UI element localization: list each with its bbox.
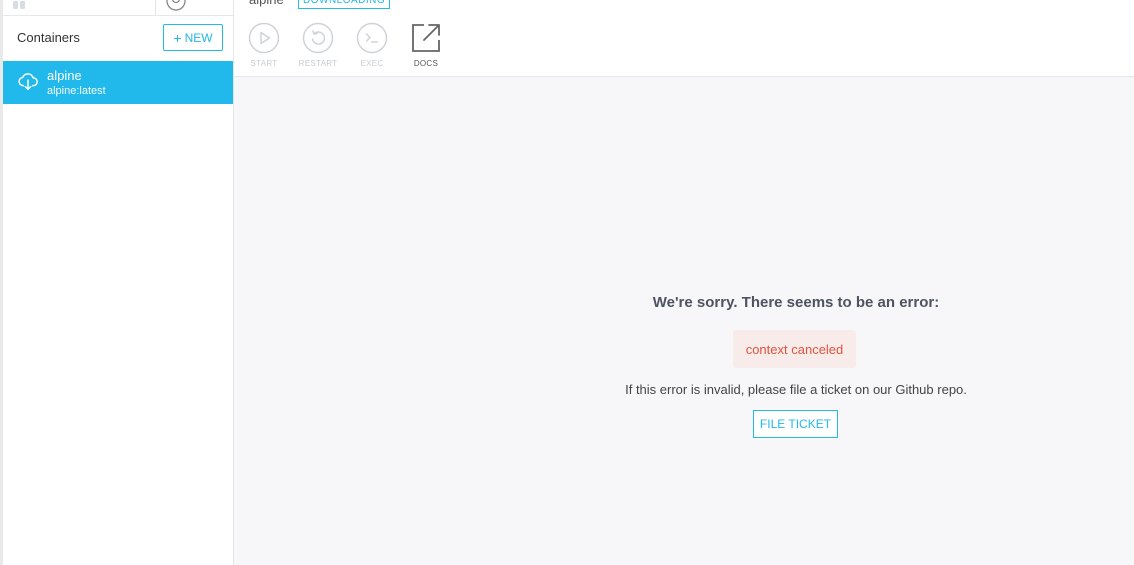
new-button-label: NEW — [184, 30, 213, 45]
app-logo-icon[interactable] — [13, 0, 31, 9]
container-item-alpine[interactable]: alpine alpine:latest — [3, 61, 233, 104]
header-container-name: alpine — [249, 0, 284, 7]
sidebar-top-divider — [155, 0, 156, 15]
error-help-text: If this error is invalid, please file a … — [625, 382, 967, 397]
restart-label: RESTART — [298, 59, 338, 68]
error-title: We're sorry. There seems to be an error: — [652, 294, 940, 311]
error-message: context canceled — [733, 330, 856, 368]
plus-icon: + — [173, 29, 182, 46]
file-ticket-button[interactable]: FILE TICKET — [753, 410, 838, 438]
status-badge: DOWNLOADING — [298, 0, 391, 9]
exec-label: EXEC — [360, 59, 384, 68]
docs-label: DOCS — [413, 59, 439, 68]
exec-button[interactable]: EXEC — [347, 22, 397, 68]
external-link-icon — [412, 24, 440, 52]
docs-button[interactable]: DOCS — [401, 22, 451, 68]
new-container-button[interactable]: + NEW — [163, 24, 223, 51]
container-name: alpine — [47, 68, 82, 83]
sidebar-top-bar — [3, 0, 233, 16]
play-icon — [248, 22, 280, 54]
start-button[interactable]: START — [239, 22, 289, 68]
sidebar: Containers + NEW alpine alpine:latest — [3, 0, 234, 565]
restart-button[interactable]: RESTART — [293, 22, 343, 68]
main-content — [234, 77, 1134, 565]
restart-icon — [302, 22, 334, 54]
terminal-icon — [356, 22, 388, 54]
cloud-download-icon — [18, 73, 38, 90]
container-header: alpine DOWNLOADING START RESTART EXEC DO… — [234, 0, 1134, 77]
container-image: alpine:latest — [47, 85, 106, 97]
start-label: START — [250, 59, 278, 68]
account-icon[interactable] — [166, 0, 186, 11]
containers-heading: Containers — [17, 30, 80, 45]
